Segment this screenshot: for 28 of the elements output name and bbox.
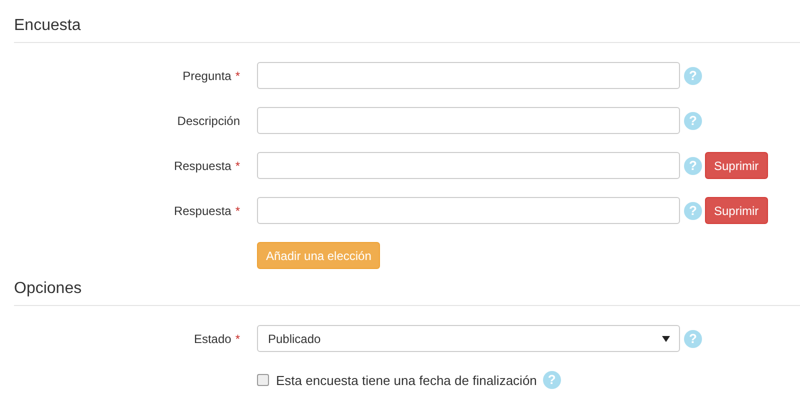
input-field[interactable] (257, 152, 680, 179)
input-field[interactable] (257, 107, 680, 134)
section-heading: Opciones (14, 279, 82, 299)
caret-icon (662, 336, 670, 342)
help-icon[interactable]: ? (542, 371, 561, 389)
field-label: Descripción (177, 114, 240, 128)
required-mark: * (235, 158, 240, 172)
field-label: Estado (194, 332, 232, 346)
required-mark: * (235, 332, 240, 346)
help-icon[interactable]: ? (684, 156, 702, 174)
add-choice-button[interactable]: Añadir una elección (257, 242, 380, 269)
section-heading: Encuesta (14, 16, 81, 36)
help-icon[interactable]: ? (684, 202, 702, 220)
help-icon[interactable]: ? (684, 330, 702, 348)
field-label: Respuesta (174, 158, 232, 172)
checkbox-label: Esta encuesta tiene una fecha de finalización (276, 372, 537, 388)
field-label: Respuesta (174, 204, 232, 218)
input-field[interactable] (257, 197, 680, 224)
required-mark: * (235, 204, 240, 218)
field-label: Pregunta (182, 68, 232, 82)
required-mark: * (235, 68, 240, 82)
checkbox[interactable] (257, 374, 269, 386)
input-field[interactable] (257, 62, 680, 89)
delete-button[interactable]: Suprimir (705, 197, 768, 224)
help-icon[interactable]: ? (684, 66, 702, 84)
delete-button[interactable]: Suprimir (705, 152, 768, 179)
help-icon[interactable]: ? (684, 112, 702, 130)
select-field[interactable]: Publicado (257, 325, 680, 352)
